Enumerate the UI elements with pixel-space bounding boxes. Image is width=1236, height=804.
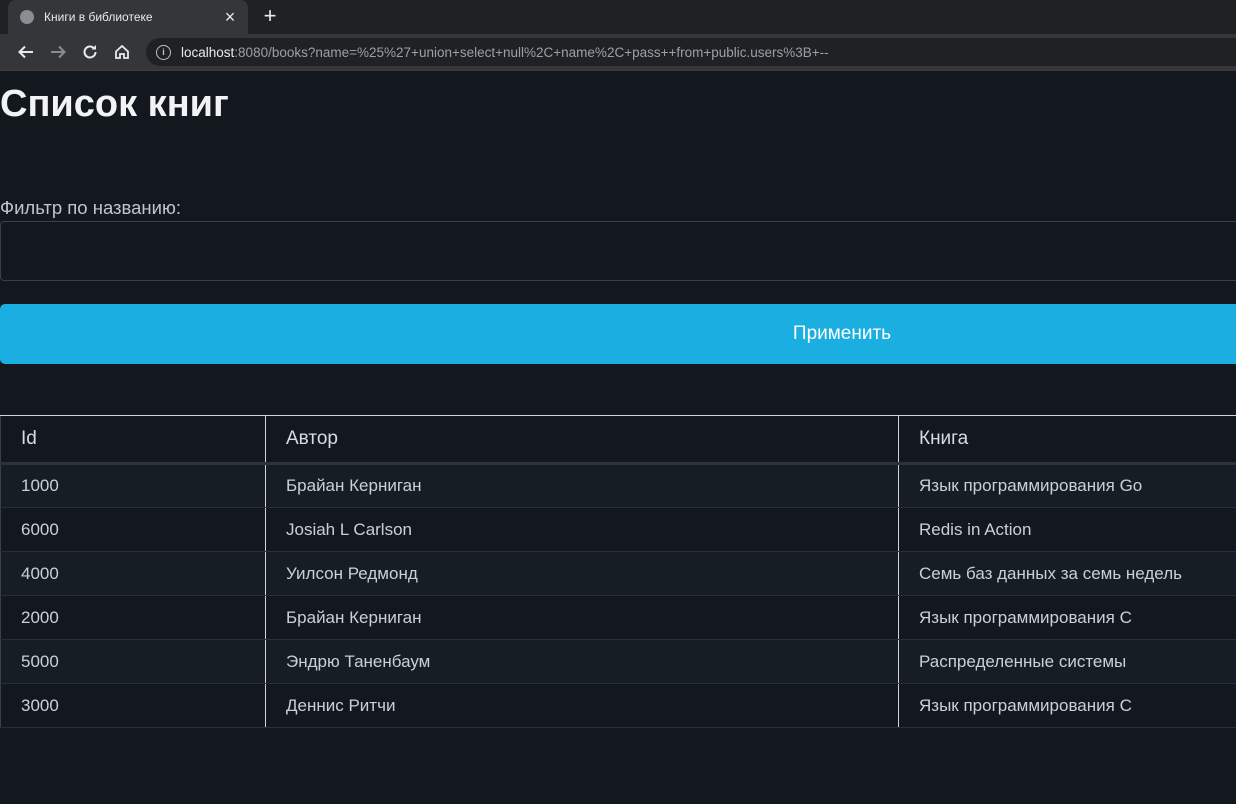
cell-author: Брайан Керниган xyxy=(265,463,899,508)
browser-toolbar: i localhost:8080/books?name=%25%27+union… xyxy=(0,34,1236,70)
globe-icon xyxy=(20,10,34,24)
cell-id: 5000 xyxy=(0,639,266,684)
url-path: :8080/books?name=%25%27+union+select+nul… xyxy=(234,44,829,60)
arrow-right-icon xyxy=(51,45,66,59)
close-tab-icon[interactable]: × xyxy=(222,8,238,26)
cell-book: Семь баз данных за семь недель xyxy=(898,551,1236,596)
table-row: 1000 Брайан Керниган Язык программирован… xyxy=(0,463,1236,508)
cell-book: Redis in Action xyxy=(898,507,1236,552)
url-host: localhost xyxy=(181,44,235,60)
home-icon xyxy=(115,44,129,59)
cell-id: 1000 xyxy=(0,463,266,508)
table-row: 3000 Деннис Ритчи Язык программирования … xyxy=(0,683,1236,728)
cell-book: Язык программирования С xyxy=(898,683,1236,728)
home-button[interactable] xyxy=(106,36,138,68)
cell-book: Язык программирования Go xyxy=(898,463,1236,508)
reload-icon xyxy=(83,45,97,59)
toolbar-divider xyxy=(0,70,1236,71)
page-title: Список книг xyxy=(0,83,229,125)
reload-button[interactable] xyxy=(74,36,106,68)
table-header-row: Id Автор Книга xyxy=(0,415,1236,465)
cell-author: Деннис Ритчи xyxy=(265,683,899,728)
cell-id: 6000 xyxy=(0,507,266,552)
filter-input[interactable] xyxy=(0,221,1236,281)
cell-author: Брайан Керниган xyxy=(265,595,899,640)
cell-id: 3000 xyxy=(0,683,266,728)
back-button[interactable] xyxy=(10,36,42,68)
column-header-book: Книга xyxy=(898,415,1236,465)
column-header-id: Id xyxy=(0,415,266,465)
books-table: Id Автор Книга 1000 Брайан Керниган Язык… xyxy=(0,415,1236,728)
apply-button-label: Применить xyxy=(792,323,892,344)
table-row: 2000 Брайан Керниган Язык программирован… xyxy=(0,595,1236,640)
cell-author: Эндрю Таненбаум xyxy=(265,639,899,684)
cell-id: 4000 xyxy=(0,551,266,596)
browser-tabstrip: Книги в библиотеке × + xyxy=(0,0,1236,34)
cell-book: Язык программирования С xyxy=(898,595,1236,640)
browser-tab[interactable]: Книги в библиотеке × xyxy=(8,0,248,34)
filter-label: Фильтр по названию: xyxy=(0,197,181,218)
info-icon[interactable]: i xyxy=(156,44,171,60)
table-row: 4000 Уилсон Редмонд Семь баз данных за с… xyxy=(0,551,1236,596)
arrow-left-icon xyxy=(18,45,33,59)
address-bar[interactable]: i localhost:8080/books?name=%25%27+union… xyxy=(146,38,1236,66)
cell-id: 2000 xyxy=(0,595,266,640)
apply-button[interactable]: Применить xyxy=(0,304,1236,364)
cell-author: Уилсон Редмонд xyxy=(265,551,899,596)
table-row: 6000 Josiah L Carlson Redis in Action xyxy=(0,507,1236,552)
forward-button[interactable] xyxy=(42,36,74,68)
table-row: 5000 Эндрю Таненбаум Распределенные сист… xyxy=(0,639,1236,684)
column-header-author: Автор xyxy=(265,415,899,465)
new-tab-button[interactable]: + xyxy=(258,4,282,28)
tab-title: Книги в библиотеке xyxy=(44,10,153,24)
cell-book: Распределенные системы xyxy=(898,639,1236,684)
cell-author: Josiah L Carlson xyxy=(265,507,899,552)
